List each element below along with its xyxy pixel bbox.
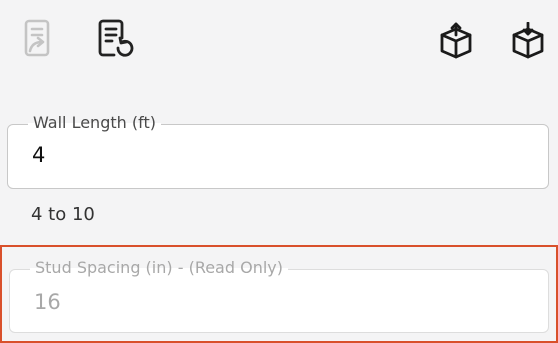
wall-length-input[interactable] <box>32 143 512 167</box>
document-send-icon[interactable] <box>22 18 58 60</box>
document-reset-icon[interactable] <box>96 18 136 62</box>
export-box-icon[interactable] <box>438 22 474 60</box>
stud-spacing-field: Stud Spacing (in) - (Read Only) <box>9 257 549 333</box>
stud-spacing-input <box>34 290 514 314</box>
stud-spacing-label: Stud Spacing (in) - (Read Only) <box>30 257 288 279</box>
wall-length-field[interactable]: Wall Length (ft) <box>7 112 549 189</box>
toolbar <box>0 0 558 90</box>
wall-length-range-hint: 4 to 10 <box>31 204 95 225</box>
import-box-icon[interactable] <box>510 22 546 60</box>
stud-spacing-highlight: Stud Spacing (in) - (Read Only) <box>0 245 558 343</box>
wall-length-label: Wall Length (ft) <box>28 112 161 134</box>
